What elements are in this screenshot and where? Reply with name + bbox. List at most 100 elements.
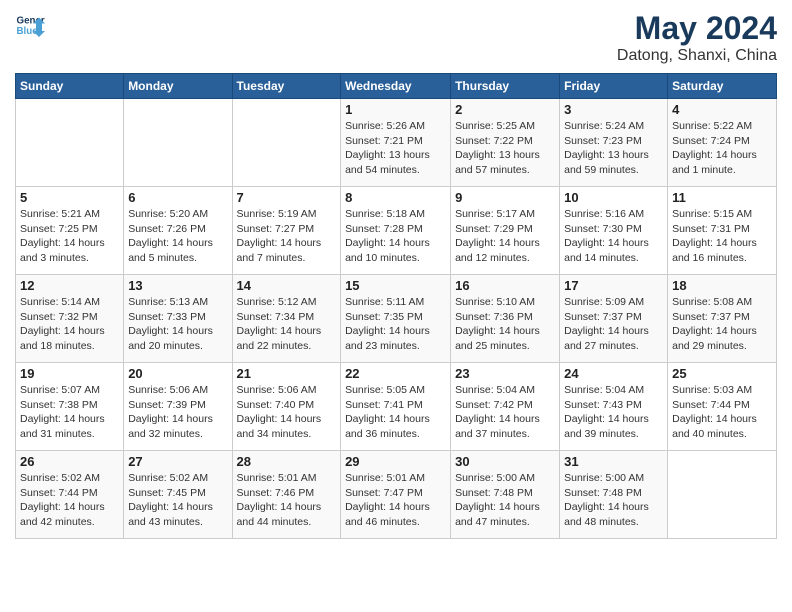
calendar-cell bbox=[124, 99, 232, 187]
calendar-cell: 12 Sunrise: 5:14 AMSunset: 7:32 PMDayligh… bbox=[16, 275, 124, 363]
day-info: Sunrise: 5:17 AMSunset: 7:29 PMDaylight:… bbox=[455, 207, 555, 266]
calendar-cell: 4 Sunrise: 5:22 AMSunset: 7:24 PMDaylight… bbox=[668, 99, 777, 187]
calendar-cell: 2 Sunrise: 5:25 AMSunset: 7:22 PMDaylight… bbox=[451, 99, 560, 187]
day-info: Sunrise: 5:02 AMSunset: 7:44 PMDaylight:… bbox=[20, 471, 119, 530]
day-info: Sunrise: 5:18 AMSunset: 7:28 PMDaylight:… bbox=[345, 207, 446, 266]
calendar-cell bbox=[16, 99, 124, 187]
calendar-cell: 24Sunrise: 5:04 AMSunset: 7:43 PMDayligh… bbox=[560, 363, 668, 451]
day-number: 10 bbox=[564, 190, 663, 205]
day-number: 4 bbox=[672, 102, 772, 117]
day-number: 27 bbox=[128, 454, 227, 469]
day-info: Sunrise: 5:19 AMSunset: 7:27 PMDaylight:… bbox=[237, 207, 337, 266]
calendar-cell bbox=[232, 99, 341, 187]
day-info: Sunrise: 5:25 AMSunset: 7:22 PMDaylight:… bbox=[455, 119, 555, 178]
day-number: 21 bbox=[237, 366, 337, 381]
title-block: May 2024 Datong, Shanxi, China bbox=[617, 10, 777, 65]
calendar-cell: 14 Sunrise: 5:12 AMSunset: 7:34 PMDayligh… bbox=[232, 275, 341, 363]
calendar-cell: 15 Sunrise: 5:11 AMSunset: 7:35 PMDayligh… bbox=[341, 275, 451, 363]
calendar: Sunday Monday Tuesday Wednesday Thursday… bbox=[15, 73, 777, 539]
day-number: 18 bbox=[672, 278, 772, 293]
day-number: 5 bbox=[20, 190, 119, 205]
calendar-cell: 19 Sunrise: 5:07 AMSunset: 7:38 PMDayligh… bbox=[16, 363, 124, 451]
day-info: Sunrise: 5:03 AMSunset: 7:44 PMDaylight:… bbox=[672, 383, 772, 442]
day-number: 6 bbox=[128, 190, 227, 205]
day-number: 30 bbox=[455, 454, 555, 469]
day-number: 26 bbox=[20, 454, 119, 469]
calendar-cell: 8 Sunrise: 5:18 AMSunset: 7:28 PMDaylight… bbox=[341, 187, 451, 275]
day-number: 13 bbox=[128, 278, 227, 293]
day-number: 17 bbox=[564, 278, 663, 293]
logo: General Blue bbox=[15, 10, 45, 40]
calendar-cell: 28 Sunrise: 5:01 AMSunset: 7:46 PMDayligh… bbox=[232, 451, 341, 539]
day-info: Sunrise: 5:12 AMSunset: 7:34 PMDaylight:… bbox=[237, 295, 337, 354]
day-number: 25 bbox=[672, 366, 772, 381]
day-info: Sunrise: 5:21 AMSunset: 7:25 PMDaylight:… bbox=[20, 207, 119, 266]
calendar-week-3: 12 Sunrise: 5:14 AMSunset: 7:32 PMDayligh… bbox=[16, 275, 777, 363]
calendar-cell: 25 Sunrise: 5:03 AMSunset: 7:44 PMDayligh… bbox=[668, 363, 777, 451]
calendar-cell: 16Sunrise: 5:10 AMSunset: 7:36 PMDayligh… bbox=[451, 275, 560, 363]
day-number: 12 bbox=[20, 278, 119, 293]
day-info: Sunrise: 5:14 AMSunset: 7:32 PMDaylight:… bbox=[20, 295, 119, 354]
calendar-cell: 18 Sunrise: 5:08 AMSunset: 7:37 PMDayligh… bbox=[668, 275, 777, 363]
day-info: Sunrise: 5:04 AMSunset: 7:43 PMDaylight:… bbox=[564, 383, 663, 442]
day-info: Sunrise: 5:00 AMSunset: 7:48 PMDaylight:… bbox=[564, 471, 663, 530]
header-thursday: Thursday bbox=[451, 74, 560, 99]
day-info: Sunrise: 5:10 AMSunset: 7:36 PMDaylight:… bbox=[455, 295, 555, 354]
calendar-week-2: 5 Sunrise: 5:21 AMSunset: 7:25 PMDaylight… bbox=[16, 187, 777, 275]
calendar-cell: 5 Sunrise: 5:21 AMSunset: 7:25 PMDaylight… bbox=[16, 187, 124, 275]
day-info: Sunrise: 5:11 AMSunset: 7:35 PMDaylight:… bbox=[345, 295, 446, 354]
day-info: Sunrise: 5:16 AMSunset: 7:30 PMDaylight:… bbox=[564, 207, 663, 266]
calendar-cell: 3Sunrise: 5:24 AMSunset: 7:23 PMDaylight… bbox=[560, 99, 668, 187]
day-number: 3 bbox=[564, 102, 663, 117]
calendar-cell: 26 Sunrise: 5:02 AMSunset: 7:44 PMDayligh… bbox=[16, 451, 124, 539]
day-number: 14 bbox=[237, 278, 337, 293]
header-monday: Monday bbox=[124, 74, 232, 99]
header-friday: Friday bbox=[560, 74, 668, 99]
calendar-cell: 31 Sunrise: 5:00 AMSunset: 7:48 PMDayligh… bbox=[560, 451, 668, 539]
calendar-cell: 6Sunrise: 5:20 AMSunset: 7:26 PMDaylight… bbox=[124, 187, 232, 275]
day-info: Sunrise: 5:07 AMSunset: 7:38 PMDaylight:… bbox=[20, 383, 119, 442]
day-info: Sunrise: 5:13 AMSunset: 7:33 PMDaylight:… bbox=[128, 295, 227, 354]
calendar-cell bbox=[668, 451, 777, 539]
header-sunday: Sunday bbox=[16, 74, 124, 99]
main-title: May 2024 bbox=[617, 10, 777, 47]
day-number: 31 bbox=[564, 454, 663, 469]
day-number: 23 bbox=[455, 366, 555, 381]
day-info: Sunrise: 5:15 AMSunset: 7:31 PMDaylight:… bbox=[672, 207, 772, 266]
day-number: 15 bbox=[345, 278, 446, 293]
calendar-cell: 1 Sunrise: 5:26 AMSunset: 7:21 PMDaylight… bbox=[341, 99, 451, 187]
calendar-cell: 20Sunrise: 5:06 AMSunset: 7:39 PMDayligh… bbox=[124, 363, 232, 451]
calendar-cell: 21Sunrise: 5:06 AMSunset: 7:40 PMDayligh… bbox=[232, 363, 341, 451]
header-tuesday: Tuesday bbox=[232, 74, 341, 99]
day-number: 7 bbox=[237, 190, 337, 205]
day-number: 1 bbox=[345, 102, 446, 117]
day-info: Sunrise: 5:22 AMSunset: 7:24 PMDaylight:… bbox=[672, 119, 772, 178]
subtitle: Datong, Shanxi, China bbox=[617, 47, 777, 65]
day-number: 8 bbox=[345, 190, 446, 205]
calendar-cell: 29Sunrise: 5:01 AMSunset: 7:47 PMDayligh… bbox=[341, 451, 451, 539]
day-info: Sunrise: 5:26 AMSunset: 7:21 PMDaylight:… bbox=[345, 119, 446, 178]
day-info: Sunrise: 5:06 AMSunset: 7:39 PMDaylight:… bbox=[128, 383, 227, 442]
calendar-week-1: 1 Sunrise: 5:26 AMSunset: 7:21 PMDaylight… bbox=[16, 99, 777, 187]
calendar-header-row: Sunday Monday Tuesday Wednesday Thursday… bbox=[16, 74, 777, 99]
header: General Blue May 2024 Datong, Shanxi, Ch… bbox=[15, 10, 777, 65]
day-info: Sunrise: 5:02 AMSunset: 7:45 PMDaylight:… bbox=[128, 471, 227, 530]
header-wednesday: Wednesday bbox=[341, 74, 451, 99]
calendar-cell: 9Sunrise: 5:17 AMSunset: 7:29 PMDaylight… bbox=[451, 187, 560, 275]
day-info: Sunrise: 5:08 AMSunset: 7:37 PMDaylight:… bbox=[672, 295, 772, 354]
calendar-cell: 23 Sunrise: 5:04 AMSunset: 7:42 PMDayligh… bbox=[451, 363, 560, 451]
header-saturday: Saturday bbox=[668, 74, 777, 99]
day-number: 19 bbox=[20, 366, 119, 381]
calendar-cell: 7 Sunrise: 5:19 AMSunset: 7:27 PMDaylight… bbox=[232, 187, 341, 275]
calendar-cell: 10 Sunrise: 5:16 AMSunset: 7:30 PMDayligh… bbox=[560, 187, 668, 275]
day-info: Sunrise: 5:09 AMSunset: 7:37 PMDaylight:… bbox=[564, 295, 663, 354]
calendar-cell: 22Sunrise: 5:05 AMSunset: 7:41 PMDayligh… bbox=[341, 363, 451, 451]
day-number: 2 bbox=[455, 102, 555, 117]
day-info: Sunrise: 5:01 AMSunset: 7:46 PMDaylight:… bbox=[237, 471, 337, 530]
day-info: Sunrise: 5:04 AMSunset: 7:42 PMDaylight:… bbox=[455, 383, 555, 442]
logo-icon: General Blue bbox=[15, 10, 45, 40]
day-info: Sunrise: 5:01 AMSunset: 7:47 PMDaylight:… bbox=[345, 471, 446, 530]
day-info: Sunrise: 5:00 AMSunset: 7:48 PMDaylight:… bbox=[455, 471, 555, 530]
day-number: 28 bbox=[237, 454, 337, 469]
calendar-week-4: 19 Sunrise: 5:07 AMSunset: 7:38 PMDayligh… bbox=[16, 363, 777, 451]
